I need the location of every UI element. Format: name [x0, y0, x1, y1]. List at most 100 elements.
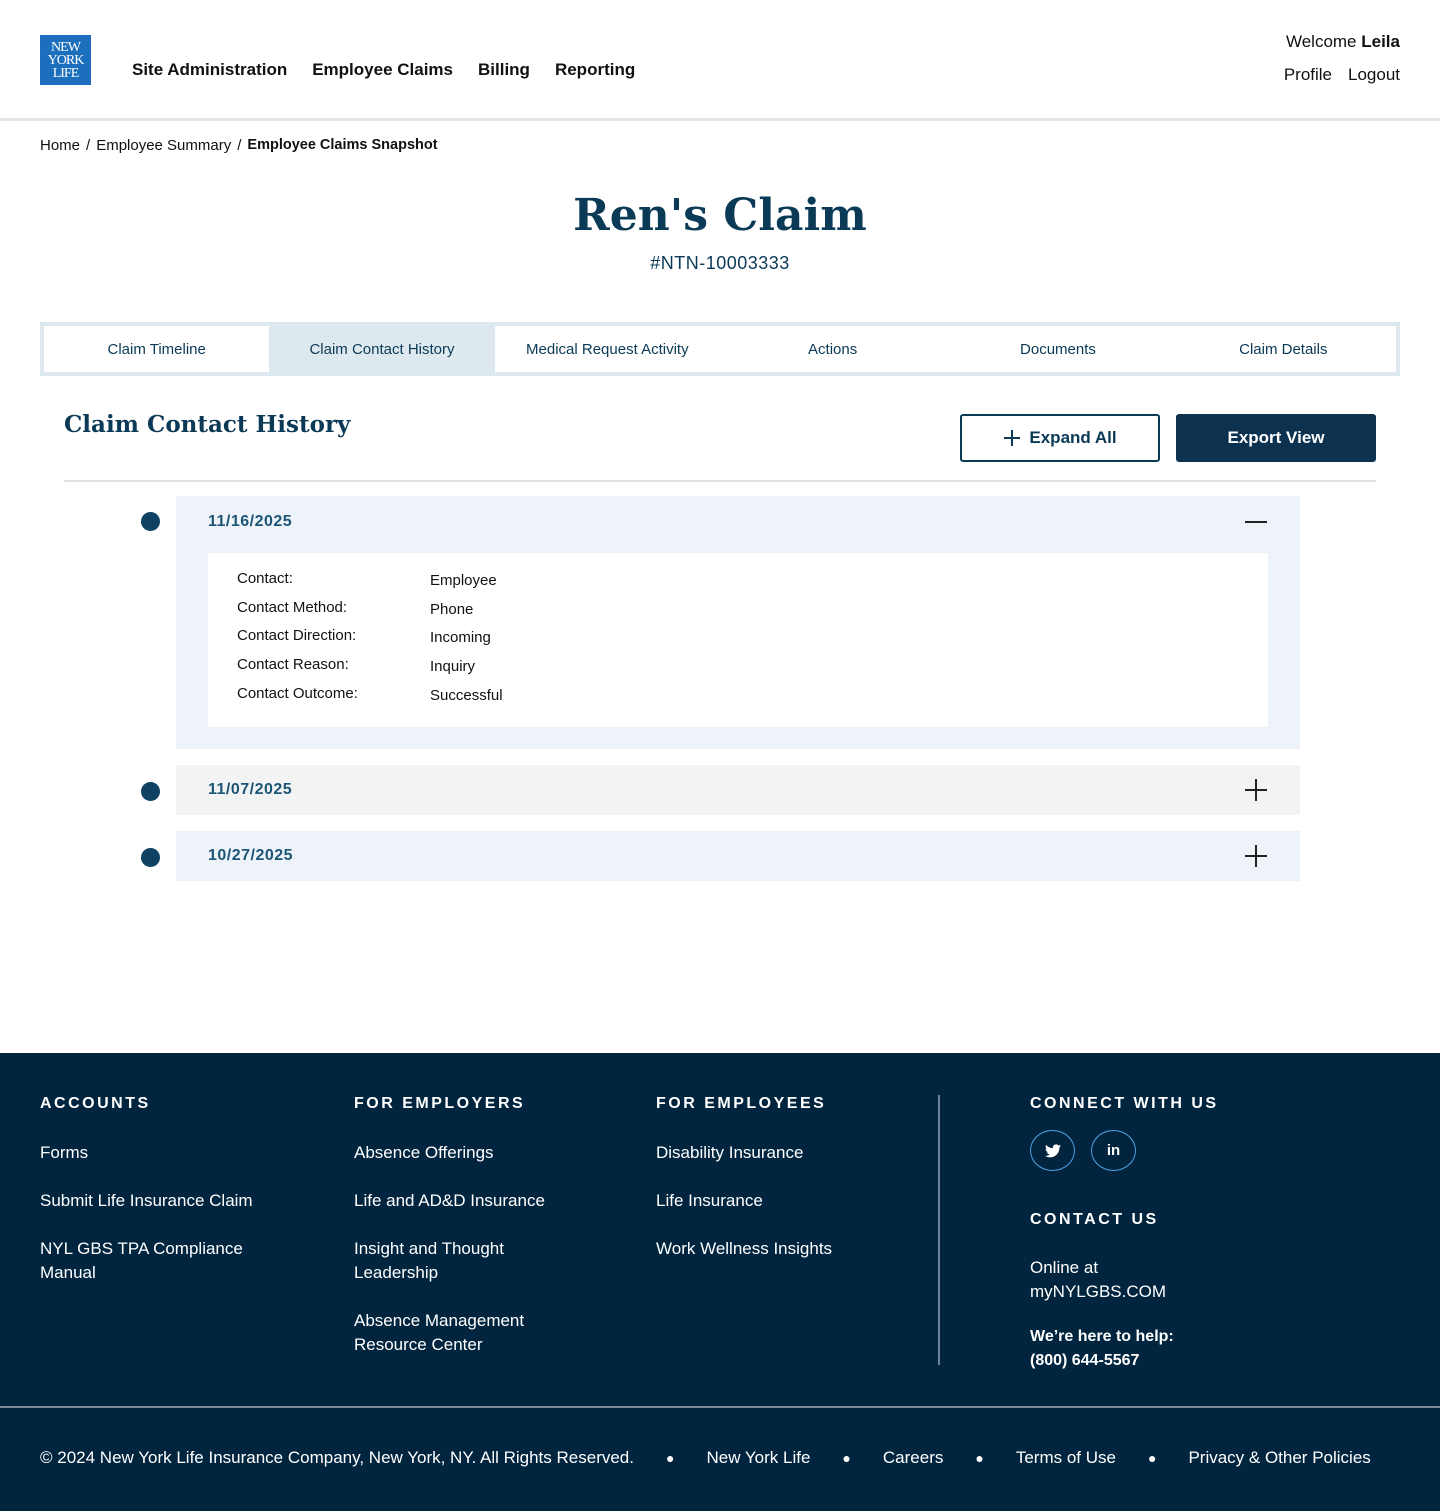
- nav-reporting[interactable]: Reporting: [555, 60, 635, 80]
- footer-heading: CONTACT US: [1030, 1211, 1159, 1228]
- footer-bottom-link[interactable]: New York Life: [706, 1448, 810, 1468]
- twitter-icon[interactable]: [1030, 1130, 1075, 1171]
- detail-value: Inquiry: [430, 658, 476, 676]
- entry-date: 11/16/2025: [208, 513, 293, 530]
- copyright: © 2024 New York Life Insurance Company, …: [40, 1448, 634, 1467]
- footer-heading: CONNECT WITH US: [1030, 1095, 1219, 1112]
- tab-documents[interactable]: Documents: [945, 326, 1171, 372]
- footer-link[interactable]: Forms: [40, 1141, 300, 1165]
- footer-heading: ACCOUNTS: [40, 1095, 151, 1112]
- tab-actions[interactable]: Actions: [719, 326, 946, 372]
- tab-claim-contact-history[interactable]: Claim Contact History: [269, 326, 495, 372]
- export-view-button[interactable]: Export View: [1176, 414, 1376, 462]
- breadcrumb-current: Employee Claims Snapshot: [247, 137, 438, 153]
- footer-link[interactable]: Work Wellness Insights: [656, 1237, 906, 1261]
- footer-bottom-divider: [0, 1406, 1440, 1408]
- detail-value: Employee: [430, 572, 497, 589]
- footer-link[interactable]: Submit Life Insurance Claim: [40, 1189, 300, 1213]
- detail-row: Contact: Employee: [237, 570, 1239, 599]
- footer-bottom-link[interactable]: Privacy & Other Policies: [1188, 1448, 1370, 1468]
- breadcrumb-separator: /: [86, 137, 91, 154]
- timeline-entry: 11/16/2025 Contact: Employee Contact Met…: [176, 496, 1300, 749]
- detail-label: Contact:: [237, 570, 293, 587]
- timeline-dot: [141, 512, 160, 531]
- tab-claim-timeline[interactable]: Claim Timeline: [44, 326, 270, 372]
- linkedin-icon[interactable]: in: [1091, 1130, 1136, 1171]
- entry-date: 11/07/2025: [208, 781, 293, 798]
- contact-online[interactable]: Online at myNYLGBS.COM: [1030, 1256, 1200, 1304]
- detail-value: Incoming: [430, 629, 491, 647]
- help-phone[interactable]: (800) 644-5567: [1030, 1349, 1290, 1373]
- detail-row: Contact Reason: Inquiry: [237, 656, 1239, 685]
- entry-header[interactable]: 10/27/2025: [176, 831, 1300, 881]
- bullet-separator: ●: [842, 1450, 851, 1466]
- footer-link[interactable]: Disability Insurance: [656, 1141, 906, 1165]
- footer-link[interactable]: Life and AD&D Insurance: [354, 1189, 584, 1213]
- section-divider: [64, 480, 1376, 482]
- entry-header[interactable]: 11/07/2025: [176, 765, 1300, 815]
- footer-link[interactable]: Insight and Thought Leadership: [354, 1237, 534, 1285]
- detail-row: Contact Direction: Incoming: [237, 627, 1239, 656]
- bullet-separator: ●: [1147, 1450, 1157, 1466]
- footer-link[interactable]: NYL GBS TPA Compliance Manual: [40, 1237, 270, 1285]
- tab-claim-details[interactable]: Claim Details: [1170, 326, 1396, 372]
- claim-number: #NTN-10003333: [650, 253, 790, 273]
- footer-accounts: ACCOUNTS Forms Submit Life Insurance Cla…: [40, 1095, 300, 1309]
- footer-bottom-link[interactable]: Careers: [883, 1448, 943, 1468]
- breadcrumb-home[interactable]: Home: [40, 137, 80, 154]
- logo-line: YORK: [47, 52, 85, 68]
- footer-link[interactable]: Life Insurance: [656, 1189, 906, 1213]
- detail-row: Contact Method: Phone: [237, 599, 1239, 628]
- welcome-text: Welcome Leila: [1284, 32, 1400, 52]
- footer-link[interactable]: Absence Management Resource Center: [354, 1309, 544, 1357]
- expand-icon[interactable]: [1244, 844, 1268, 868]
- claim-tabs: Claim Timeline Claim Contact History Med…: [40, 322, 1400, 376]
- main-nav: Site Administration Employee Claims Bill…: [132, 60, 635, 80]
- new-york-life-logo[interactable]: NEW YORK LIFE: [40, 35, 91, 85]
- collapse-icon[interactable]: [1244, 510, 1268, 534]
- entry-details: Contact: Employee Contact Method: Phone …: [208, 553, 1268, 728]
- expand-all-label: Expand All: [1029, 428, 1117, 447]
- breadcrumb-employee-summary[interactable]: Employee Summary: [96, 137, 231, 154]
- profile-link[interactable]: Profile: [1284, 65, 1332, 85]
- timeline-entry: 10/27/2025: [176, 831, 1300, 881]
- nav-employee-claims[interactable]: Employee Claims: [312, 60, 453, 80]
- footer-heading: FOR EMPLOYERS: [354, 1095, 526, 1112]
- detail-label: Contact Reason:: [237, 656, 349, 674]
- welcome-label: Welcome: [1285, 32, 1357, 51]
- detail-label: Contact Method:: [237, 598, 348, 616]
- footer-employers: FOR EMPLOYERS Absence Offerings Life and…: [354, 1095, 584, 1381]
- help-label: We’re here to help:: [1030, 1328, 1174, 1345]
- expand-all-button[interactable]: Expand All: [960, 414, 1160, 462]
- logout-link[interactable]: Logout: [1348, 65, 1400, 85]
- contact-help: We’re here to help: (800) 644-5567: [1030, 1325, 1290, 1373]
- site-header: NEW YORK LIFE Site Administration Employ…: [0, 0, 1440, 121]
- section-title: Claim Contact History: [64, 411, 351, 438]
- user-name: Leila: [1361, 32, 1400, 51]
- detail-row: Contact Outcome: Successful: [237, 685, 1239, 714]
- footer-link[interactable]: Absence Offerings: [354, 1141, 584, 1165]
- tab-medical-request-activity[interactable]: Medical Request Activity: [494, 326, 720, 372]
- page-title: Ren's Claim: [573, 190, 867, 241]
- plus-icon: [1004, 430, 1021, 446]
- bullet-separator: ●: [666, 1450, 675, 1466]
- nav-site-administration[interactable]: Site Administration: [132, 60, 287, 80]
- detail-label: Contact Outcome:: [237, 684, 358, 702]
- site-footer: ACCOUNTS Forms Submit Life Insurance Cla…: [0, 1053, 1440, 1511]
- expand-icon[interactable]: [1244, 778, 1268, 802]
- logo-line: LIFE: [52, 65, 80, 81]
- entry-header[interactable]: 11/16/2025: [176, 496, 1300, 548]
- footer-employees: FOR EMPLOYEES Disability Insurance Life …: [656, 1095, 906, 1285]
- footer-heading: FOR EMPLOYEES: [656, 1095, 827, 1112]
- user-menu: Welcome Leila Profile Logout: [1284, 32, 1400, 85]
- timeline-entry: 11/07/2025: [176, 765, 1300, 815]
- timeline-dot: [141, 848, 160, 867]
- timeline-dot: [141, 782, 160, 801]
- logo-line: NEW: [51, 39, 81, 55]
- footer-bottom-link[interactable]: Terms of Use: [1016, 1448, 1116, 1468]
- detail-value: Successful: [430, 686, 503, 704]
- detail-value: Phone: [430, 600, 474, 618]
- entry-date: 10/27/2025: [208, 847, 294, 864]
- breadcrumb-separator: /: [237, 137, 242, 154]
- nav-billing[interactable]: Billing: [478, 60, 530, 80]
